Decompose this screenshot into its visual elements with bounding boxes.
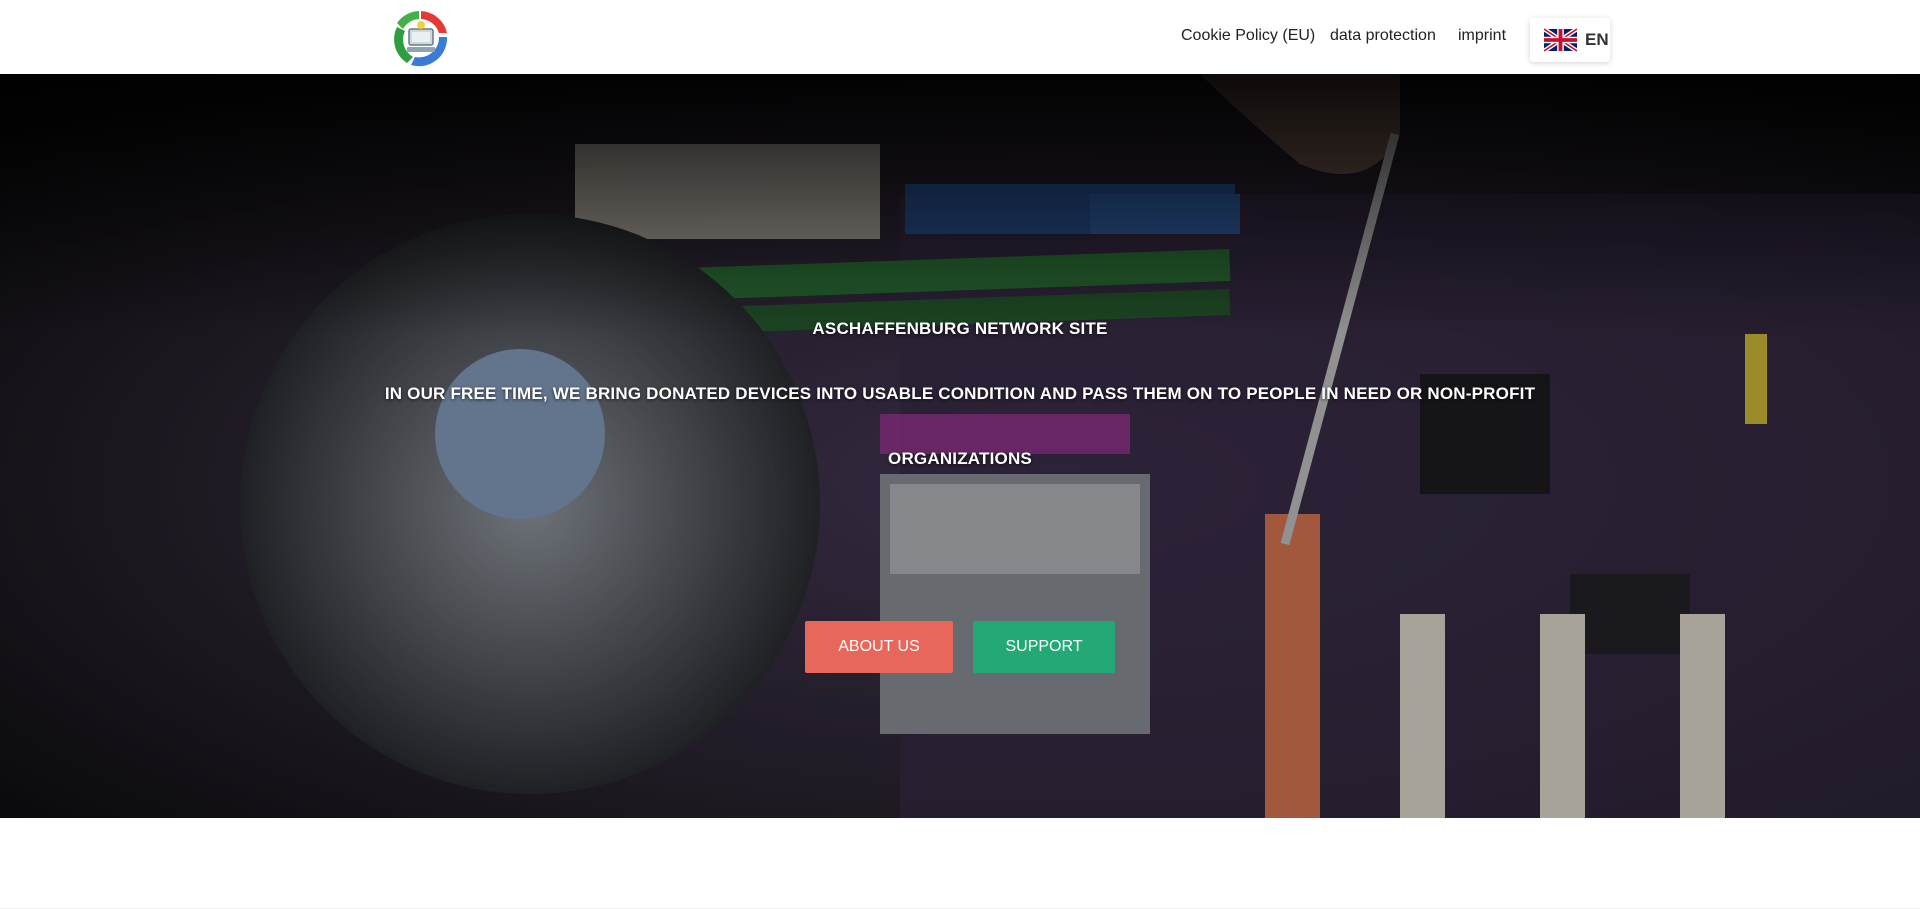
nav-imprint-label[interactable]: imprint [1458,27,1506,45]
hero-subtitle-line2: ORGANIZATIONS [888,449,1032,468]
hero-section: ASCHAFFENBURG NETWORK SITE IN OUR FREE T… [0,74,1920,818]
site-header: Cookie Policy (EU) data protection impri… [0,0,1920,74]
nav-data-protection-label[interactable]: data protection [1330,27,1436,45]
nav-imprint[interactable]: imprint [1458,24,1506,48]
hero-overlay [0,74,1920,818]
uk-flag-icon [1542,27,1579,53]
nav-data-protection[interactable]: data protection [1330,24,1436,48]
hero-subtitle-line1: IN OUR FREE TIME, WE BRING DONATED DEVIC… [384,384,1536,403]
nav-cookie-policy[interactable]: Cookie Policy (EU) [1181,24,1315,48]
language-switcher[interactable]: EN [1530,18,1610,62]
about-us-button[interactable]: ABOUT US [805,621,953,673]
support-button[interactable]: SUPPORT [973,621,1115,673]
hero-title: ASCHAFFENBURG NETWORK SITE [812,319,1108,338]
language-code: EN [1585,30,1609,49]
nav-cookie-policy-label[interactable]: Cookie Policy (EU) [1181,27,1315,45]
content-section [0,818,1920,909]
site-logo-icon[interactable] [389,7,453,71]
